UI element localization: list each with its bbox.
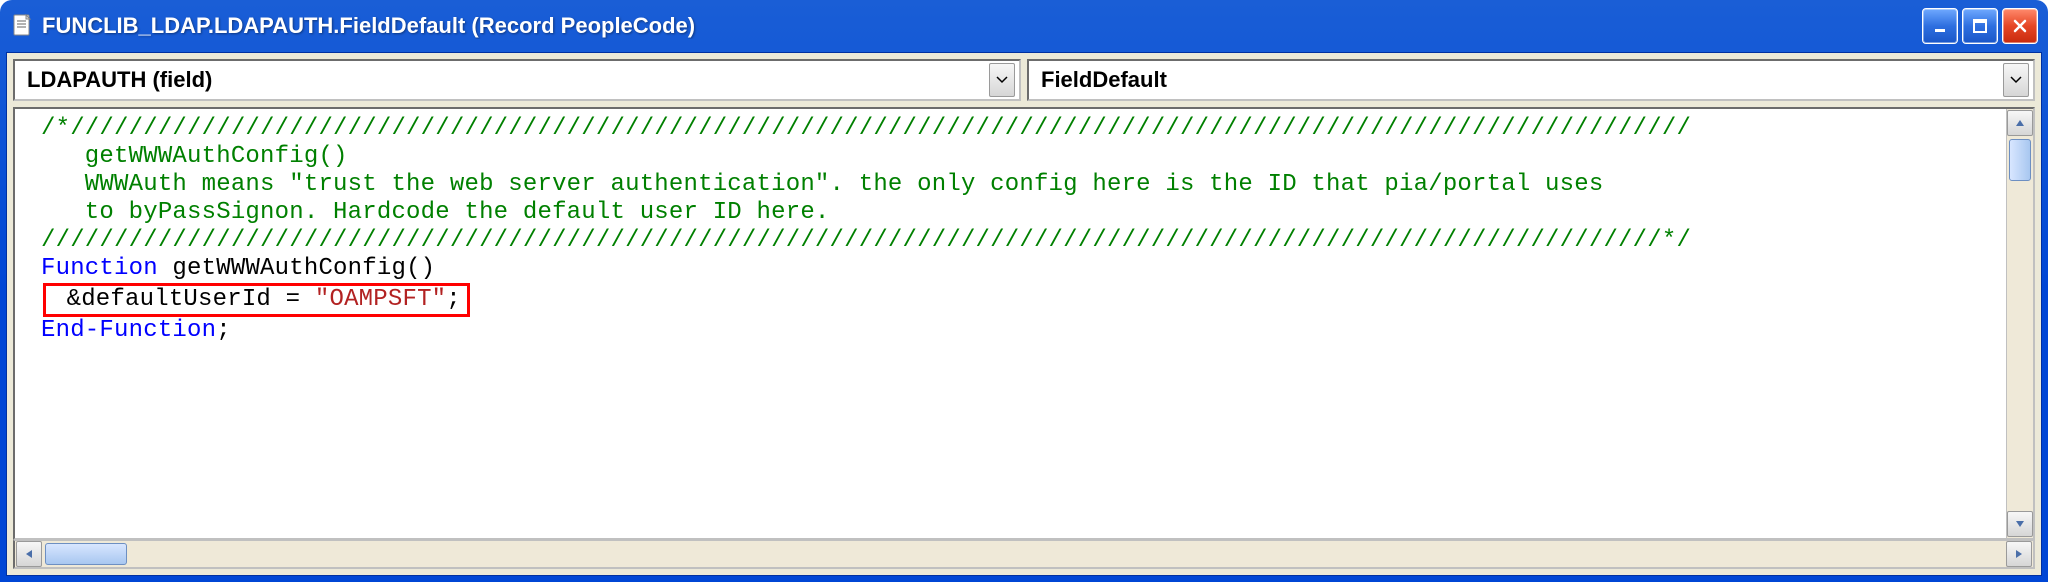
scroll-thumb[interactable]: [45, 543, 127, 565]
code-editor-wrap: /*//////////////////////////////////////…: [13, 107, 2035, 569]
assign-eq: =: [271, 286, 315, 313]
func-decl: getWWWAuthConfig(): [158, 255, 435, 282]
keyword-endfunction: End-Function: [41, 317, 216, 344]
window-buttons: [1922, 8, 2038, 44]
code-editor-window: FUNCLIB_LDAP.LDAPAUTH.FieldDefault (Reco…: [0, 0, 2048, 582]
titlebar[interactable]: FUNCLIB_LDAP.LDAPAUTH.FieldDefault (Reco…: [6, 6, 2042, 52]
minimize-button[interactable]: [1922, 8, 1958, 44]
code-line-highlighted: &defaultUserId = "OAMPSFT";: [41, 283, 2003, 317]
semicolon: ;: [216, 317, 231, 344]
comment-line: /*//////////////////////////////////////…: [41, 115, 2003, 143]
comment-line: ////////////////////////////////////////…: [41, 227, 2003, 255]
event-selector-label: FieldDefault: [1041, 67, 2003, 93]
scroll-up-arrow-icon[interactable]: [2007, 110, 2033, 136]
keyword-function: Function: [41, 255, 158, 282]
field-selector-label: LDAPAUTH (field): [27, 67, 989, 93]
code-line: End-Function;: [41, 317, 2003, 345]
event-selector[interactable]: FieldDefault: [1027, 59, 2035, 101]
horizontal-scrollbar[interactable]: [13, 540, 2035, 569]
selector-row: LDAPAUTH (field) FieldDefault: [7, 53, 2041, 107]
scroll-left-arrow-icon[interactable]: [16, 541, 42, 567]
comment-line: getWWWAuthConfig(): [41, 143, 2003, 171]
chevron-down-icon[interactable]: [989, 63, 1015, 97]
semicolon: ;: [446, 286, 461, 313]
scroll-thumb[interactable]: [2009, 139, 2031, 181]
client-area: LDAPAUTH (field) FieldDefault /*////////…: [6, 52, 2042, 576]
highlight-box: &defaultUserId = "OAMPSFT";: [43, 283, 470, 317]
code-line: Function getWWWAuthConfig(): [41, 255, 2003, 283]
maximize-button[interactable]: [1962, 8, 1998, 44]
assign-lhs: &defaultUserId: [52, 286, 271, 313]
comment-line: to byPassSignon. Hardcode the default us…: [41, 199, 2003, 227]
close-button[interactable]: [2002, 8, 2038, 44]
app-icon: [10, 14, 34, 38]
window-title: FUNCLIB_LDAP.LDAPAUTH.FieldDefault (Reco…: [42, 13, 1922, 39]
comment-line: WWWAuth means "trust the web server auth…: [41, 171, 2003, 199]
scroll-right-arrow-icon[interactable]: [2006, 541, 2032, 567]
scroll-down-arrow-icon[interactable]: [2007, 511, 2033, 537]
chevron-down-icon[interactable]: [2003, 63, 2029, 97]
string-literal: "OAMPSFT": [315, 286, 446, 313]
vertical-scrollbar[interactable]: [2006, 109, 2033, 538]
code-editor[interactable]: /*//////////////////////////////////////…: [13, 107, 2035, 540]
field-selector[interactable]: LDAPAUTH (field): [13, 59, 1021, 101]
code-content[interactable]: /*//////////////////////////////////////…: [21, 109, 2007, 538]
